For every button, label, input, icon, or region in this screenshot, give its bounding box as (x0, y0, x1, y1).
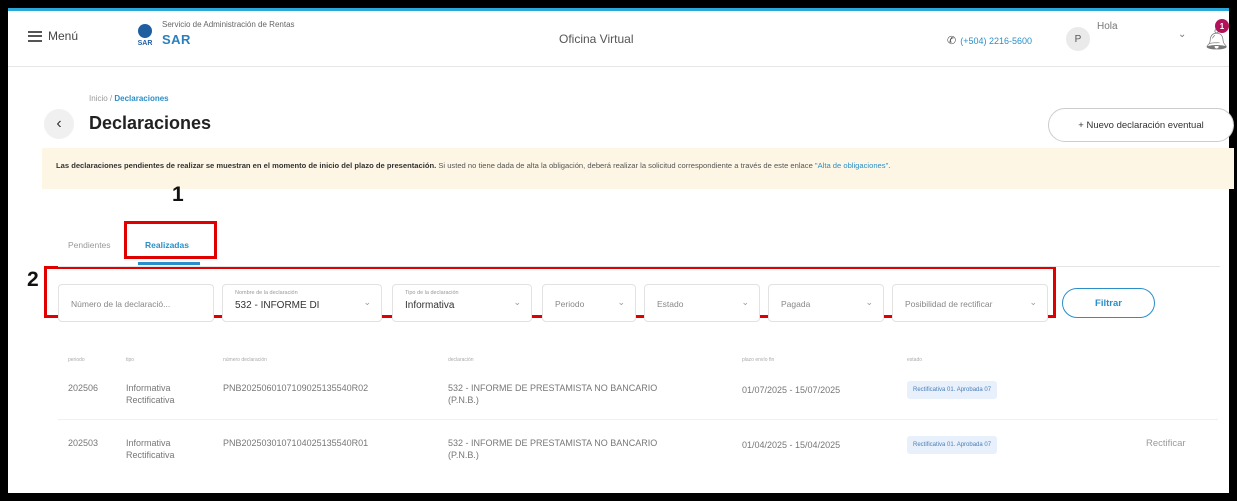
estado-select[interactable]: Estado ⌄ (644, 284, 760, 322)
new-declaration-button[interactable]: + Nuevo declaración eventual (1048, 108, 1234, 142)
status-badge: Rectificativa 01. Aprobada 07 (907, 436, 998, 454)
tab-realizadas[interactable]: Realizadas (145, 240, 189, 250)
pagada-placeholder: Pagada (781, 299, 811, 309)
chevron-down-icon: ⌄ (1029, 297, 1037, 307)
cell-tipo-1: Informativa (126, 383, 171, 393)
breadcrumb-home[interactable]: Inicio (89, 94, 108, 103)
periodo-select[interactable]: Periodo ⌄ (542, 284, 636, 322)
annotation-number-2: 2 (27, 268, 39, 291)
tipo-label: Tipo de la declaración (405, 290, 459, 296)
sar-logo[interactable]: SAR (132, 22, 158, 52)
org-name: Servicio de Administración de Rentas (162, 20, 295, 29)
estado-placeholder: Estado (657, 299, 684, 309)
cell-declaracion-1: 532 - INFORME DE PRESTAMISTA NO BANCARIO (448, 383, 658, 393)
menu-button[interactable]: Menú (28, 29, 78, 43)
redacted-area (641, 23, 887, 57)
column-header-declaracion: declaración (448, 357, 474, 363)
column-header-estado: estado (907, 357, 923, 363)
cell-plazo: 01/07/2025 - 15/07/2025 (742, 385, 841, 395)
cell-declaracion-2: (P.N.B.) (448, 450, 479, 460)
tipo-value: Informativa (405, 300, 455, 311)
back-button[interactable]: ‹ (44, 109, 74, 139)
rectificar-link[interactable]: Rectificar (1146, 438, 1186, 449)
chevron-down-icon: ⌄ (617, 297, 625, 307)
info-notice: Las declaraciones pendientes de realizar… (42, 148, 1234, 189)
alta-obligaciones-link[interactable]: "Alta de obligaciones" (815, 161, 888, 170)
phone-number: (+504) 2216-5600 (960, 35, 1033, 46)
nombre-declaracion-select[interactable]: Nombre de la declaración 532 - INFORME D… (222, 284, 382, 322)
status-badge: Rectificativa 01. Aprobada 07 (907, 381, 998, 399)
top-bar: Menú SAR Servicio de Administración de R… (8, 11, 1229, 67)
cell-tipo-1: Informativa (126, 438, 171, 448)
chevron-down-icon: ⌄ (865, 297, 873, 307)
annotation-number-1: 1 (172, 183, 184, 206)
chevron-left-icon: ‹ (56, 115, 62, 132)
breadcrumb-current: Declaraciones (114, 94, 169, 103)
hamburger-icon (28, 30, 42, 42)
tab-pendientes[interactable]: Pendientes (68, 240, 111, 250)
logo-wordmark: SAR (137, 40, 153, 47)
column-header-tipo: tipo (126, 357, 135, 363)
filter-button[interactable]: Filtrar (1062, 288, 1155, 318)
column-header-plazo: plazo envío fin (742, 357, 775, 363)
cell-declaracion-2: (P.N.B.) (448, 395, 479, 405)
notice-end: . (888, 161, 891, 170)
cell-periodo: 202506 (68, 383, 99, 393)
menu-label: Menú (48, 29, 79, 43)
app-name: SAR (162, 32, 191, 47)
tabs-divider (58, 266, 1220, 267)
avatar[interactable]: P (1066, 27, 1090, 51)
cell-tipo-2: Rectificativa (126, 450, 175, 460)
globe-icon (138, 24, 152, 38)
oficina-virtual-label: Oficina Virtual (559, 32, 634, 46)
cell-numero: PNB2025030107104025135540R01 (223, 438, 369, 448)
notice-text: Si usted no tiene dada de alta la obliga… (436, 161, 815, 170)
numero-placeholder: Número de la declaració... (71, 299, 171, 309)
phone-icon: ✆ (947, 35, 957, 47)
notification-badge: 1 (1215, 19, 1229, 33)
redacted-username (1096, 35, 1174, 49)
column-header-periodo: periodo (68, 357, 85, 363)
nombre-label: Nombre de la declaración (235, 290, 298, 296)
posibilidad-rectificar-select[interactable]: Posibilidad de rectificar ⌄ (892, 284, 1048, 322)
phone-link[interactable]: ✆ (+504) 2216-5600 (947, 34, 1032, 47)
notice-bold-text: Las declaraciones pendientes de realizar… (56, 161, 437, 170)
breadcrumb: Inicio / Declaraciones (89, 94, 169, 103)
greeting: Hola (1097, 21, 1118, 32)
pagada-select[interactable]: Pagada ⌄ (768, 284, 884, 322)
chevron-down-icon[interactable]: ⌄ (1178, 29, 1186, 40)
column-header-numero: número declaración (223, 357, 267, 363)
cell-periodo: 202503 (68, 438, 99, 448)
row-divider (58, 419, 1218, 420)
chevron-down-icon: ⌄ (741, 297, 749, 307)
cell-numero: PNB2025060107109025135540R02 (223, 383, 369, 393)
cell-tipo-2: Rectificativa (126, 395, 175, 405)
page-title: Declaraciones (89, 113, 212, 133)
chevron-down-icon: ⌄ (363, 297, 371, 307)
numero-declaracion-input[interactable]: Número de la declaració... (58, 284, 214, 322)
nombre-value: 532 - INFORME DI (235, 300, 320, 311)
app-frame: Menú SAR Servicio de Administración de R… (0, 0, 1237, 501)
cell-declaracion-1: 532 - INFORME DE PRESTAMISTA NO BANCARIO (448, 438, 658, 448)
active-tab-indicator (138, 262, 200, 265)
periodo-placeholder: Periodo (555, 299, 585, 309)
tipo-declaracion-select[interactable]: Tipo de la declaración Informativa ⌄ (392, 284, 532, 322)
posibilidad-placeholder: Posibilidad de rectificar (905, 299, 993, 309)
chevron-down-icon: ⌄ (513, 297, 521, 307)
cell-plazo: 01/04/2025 - 15/04/2025 (742, 440, 841, 450)
